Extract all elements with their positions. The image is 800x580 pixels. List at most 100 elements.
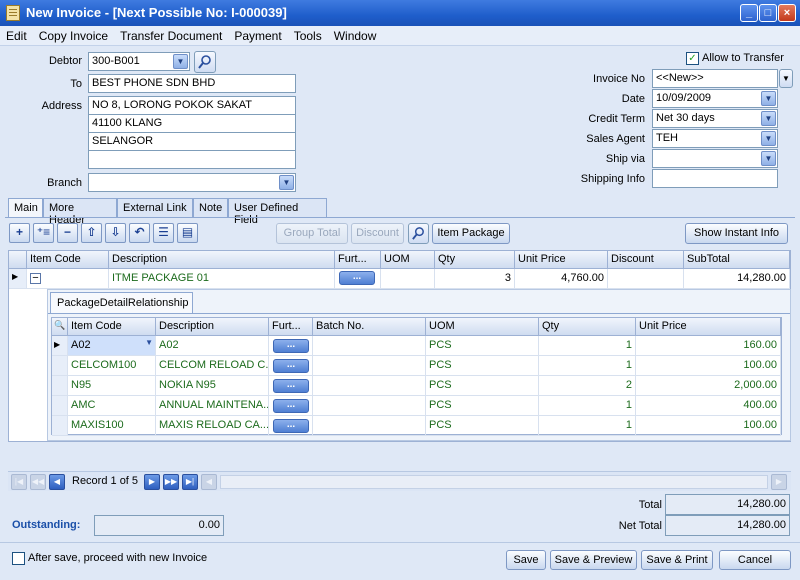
chevron-down-icon[interactable]: ▼ [761,111,776,126]
grid-search-icon[interactable]: 🔍 [52,318,68,336]
item-package-button[interactable]: Item Package [432,223,510,244]
next-record-button[interactable]: ▶ [144,474,160,490]
tab-package-detail-relationship[interactable]: PackageDetailRelationship [50,292,193,313]
chevron-down-icon[interactable]: ▼ [761,151,776,166]
detail-batch-no[interactable] [313,356,426,376]
undo-button[interactable]: ↶ [129,223,150,243]
invoice-no-dropdown[interactable]: ▼ [779,69,793,88]
detail-col-description[interactable]: Description [156,318,269,336]
chevron-down-icon[interactable]: ▼ [761,131,776,146]
scroll-right-button[interactable]: ▶ [771,474,787,490]
detail-item-code[interactable]: AMC [68,396,156,416]
detail-unit-price[interactable]: 2,000.00 [636,376,781,396]
maximize-button[interactable]: □ [759,4,777,22]
col-subtotal[interactable]: SubTotal [684,251,790,269]
tab-more-header[interactable]: More Header [43,198,117,226]
detail-description[interactable]: A02 [156,336,269,356]
tab-note[interactable]: Note [193,198,228,217]
detail-batch-no[interactable] [313,396,426,416]
menu-window[interactable]: Window [328,26,383,43]
save-preview-button[interactable]: Save & Preview [550,550,637,570]
col-qty[interactable]: Qty [435,251,515,269]
detail-uom[interactable]: PCS [426,416,539,436]
detail-description[interactable]: MAXIS RELOAD CA... [156,416,269,436]
prev-record-button[interactable]: ◀ [49,474,65,490]
menu-copy-invoice[interactable]: Copy Invoice [33,26,114,43]
detail-further[interactable]: ... [269,356,313,376]
next-page-button[interactable]: ▶▶ [163,474,179,490]
move-down-button[interactable]: ⇩ [105,223,126,243]
detail-qty[interactable]: 1 [539,416,636,436]
detail-unit-price[interactable]: 100.00 [636,416,781,436]
prev-page-button[interactable]: ◀◀ [30,474,46,490]
detail-batch-no[interactable] [313,376,426,396]
detail-col-unit-price[interactable]: Unit Price [636,318,781,336]
address-line-2[interactable]: 41100 KLANG [88,114,296,133]
col-item-code[interactable]: Item Code [27,251,109,269]
save-print-button[interactable]: Save & Print [641,550,713,570]
shipping-info-field[interactable] [652,169,778,188]
row-description[interactable]: ITME PACKAGE 01 [109,269,335,289]
allow-transfer-checkbox[interactable]: ✓ [686,52,699,65]
date-field[interactable]: 10/09/2009 ▼ [652,89,778,108]
detail-qty[interactable]: 1 [539,396,636,416]
detail-qty[interactable]: 1 [539,336,636,356]
menu-payment[interactable]: Payment [228,26,287,43]
detail-item-code[interactable]: A02 ▼ [68,336,156,356]
detail-batch-no[interactable] [313,416,426,436]
col-description[interactable]: Description [109,251,335,269]
further-description-button[interactable]: ... [273,419,309,433]
detail-unit-price[interactable]: 160.00 [636,336,781,356]
proceed-new-checkbox[interactable] [12,552,25,565]
col-unit-price[interactable]: Unit Price [515,251,608,269]
detail-item-code[interactable]: N95 [68,376,156,396]
add-row-button[interactable]: + [9,223,30,243]
debtor-search-button[interactable] [194,51,216,73]
further-description-button[interactable]: ... [273,339,309,353]
last-record-button[interactable]: ▶| [182,474,198,490]
show-instant-info-button[interactable]: Show Instant Info [685,223,788,244]
tab-main[interactable]: Main [8,198,43,218]
close-button[interactable]: × [778,4,796,22]
cancel-button[interactable]: Cancel [719,550,791,570]
discount-button[interactable]: Discount [351,223,404,244]
chevron-down-icon[interactable]: ▼ [279,175,294,190]
further-description-button[interactable]: ... [273,399,309,413]
detail-col-further[interactable]: Furt... [269,318,313,336]
invoice-no-field[interactable]: <<New>> [652,69,778,88]
chevron-down-icon[interactable]: ▼ [173,54,188,69]
chevron-down-icon[interactable]: ▼ [761,91,776,106]
detail-batch-no[interactable] [313,336,426,356]
further-description-button[interactable]: ... [339,271,375,285]
detail-further[interactable]: ... [269,416,313,436]
detail-qty[interactable]: 1 [539,356,636,376]
scroll-left-button[interactable]: ◀ [201,474,217,490]
row-unit-price[interactable]: 4,760.00 [515,269,608,289]
tab-external-link[interactable]: External Link [117,198,193,217]
menu-tools[interactable]: Tools [288,26,328,43]
chevron-down-icon[interactable]: ▼ [145,338,153,347]
detail-further[interactable]: ... [269,396,313,416]
move-up-button[interactable]: ⇧ [81,223,102,243]
row-qty[interactable]: 3 [435,269,515,289]
detail-further[interactable]: ... [269,336,313,356]
item-search-button[interactable] [408,223,429,244]
detail-uom[interactable]: PCS [426,376,539,396]
table-row-item-code[interactable]: − [27,269,109,289]
sales-agent-combo[interactable]: TEH ▼ [652,129,778,148]
further-description-button[interactable]: ... [273,379,309,393]
detail-item-code[interactable]: CELCOM100 [68,356,156,376]
row-uom[interactable] [381,269,435,289]
detail-unit-price[interactable]: 400.00 [636,396,781,416]
credit-term-combo[interactable]: Net 30 days ▼ [652,109,778,128]
insert-row-button[interactable]: ⁺≡ [33,223,54,243]
list-button[interactable]: ☰ [153,223,174,243]
menu-transfer-document[interactable]: Transfer Document [114,26,228,43]
menu-edit[interactable]: Edit [0,26,33,43]
first-record-button[interactable]: |◀ [11,474,27,490]
detail-description[interactable]: ANNUAL MAINTENA... [156,396,269,416]
save-button[interactable]: Save [506,550,546,570]
tab-user-defined-field[interactable]: User Defined Field [228,198,327,226]
detail-uom[interactable]: PCS [426,336,539,356]
row-subtotal[interactable]: 14,280.00 [684,269,790,289]
